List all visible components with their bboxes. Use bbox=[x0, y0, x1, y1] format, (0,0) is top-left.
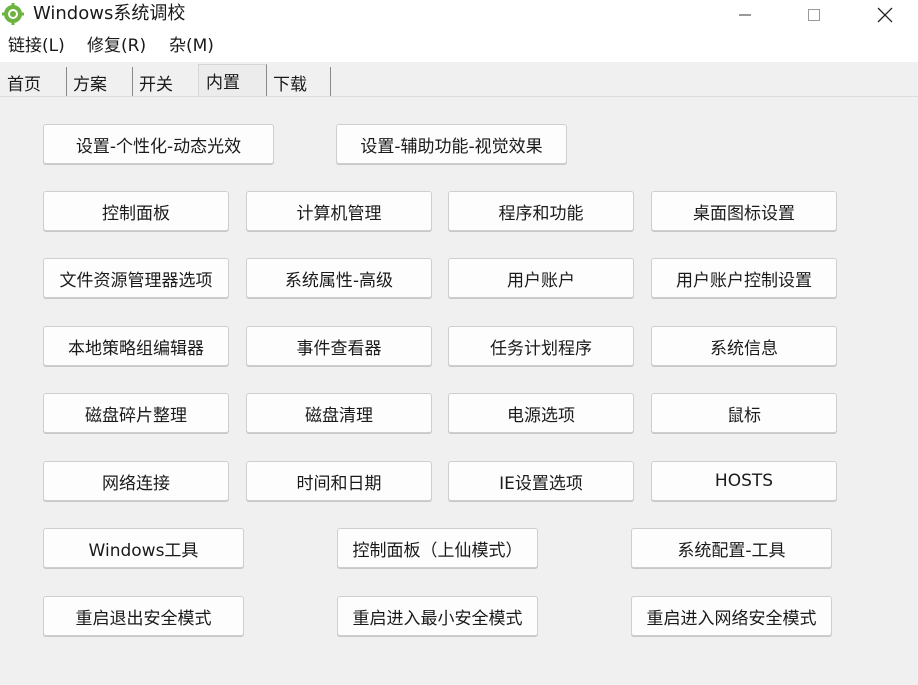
computer-management-button[interactable]: 计算机管理 bbox=[246, 191, 432, 231]
defrag-button[interactable]: 磁盘碎片整理 bbox=[43, 393, 229, 433]
exit-safe-mode-button[interactable]: 重启退出安全模式 bbox=[43, 596, 244, 636]
menu-bar: 链接(L) 修复(R) 杂(M) bbox=[0, 30, 918, 62]
system-info-button[interactable]: 系统信息 bbox=[651, 326, 837, 366]
user-accounts-button[interactable]: 用户账户 bbox=[448, 258, 634, 298]
close-button[interactable] bbox=[862, 0, 908, 30]
builtin-panel bbox=[0, 96, 918, 682]
gear-refresh-icon bbox=[2, 3, 24, 25]
date-time-button[interactable]: 时间和日期 bbox=[246, 461, 432, 501]
minimize-button[interactable] bbox=[722, 0, 768, 30]
control-panel-button[interactable]: 控制面板 bbox=[43, 191, 229, 231]
tab-switches[interactable]: 开关 bbox=[132, 67, 199, 97]
mouse-button[interactable]: 鼠标 bbox=[651, 393, 837, 433]
menu-links[interactable]: 链接(L) bbox=[8, 36, 65, 56]
maximize-button[interactable] bbox=[791, 0, 837, 30]
close-icon bbox=[877, 7, 893, 23]
task-scheduler-button[interactable]: 任务计划程序 bbox=[448, 326, 634, 366]
hosts-button[interactable]: HOSTS bbox=[651, 461, 837, 501]
disk-cleanup-button[interactable]: 磁盘清理 bbox=[246, 393, 432, 433]
personalize-light-button[interactable]: 设置-个性化-动态光效 bbox=[43, 124, 274, 164]
network-connections-button[interactable]: 网络连接 bbox=[43, 461, 229, 501]
tab-builtin[interactable]: 内置 bbox=[198, 64, 267, 97]
power-options-button[interactable]: 电源选项 bbox=[448, 393, 634, 433]
title-bar: Windows系统调校 bbox=[0, 0, 918, 30]
event-viewer-button[interactable]: 事件查看器 bbox=[246, 326, 432, 366]
god-mode-button[interactable]: 控制面板（上仙模式） bbox=[337, 528, 538, 568]
maximize-icon bbox=[808, 9, 820, 21]
window-title: Windows系统调校 bbox=[33, 3, 186, 24]
minimize-icon bbox=[739, 14, 751, 16]
menu-misc[interactable]: 杂(M) bbox=[169, 36, 214, 56]
minimal-safe-mode-button[interactable]: 重启进入最小安全模式 bbox=[337, 596, 538, 636]
tab-home[interactable]: 首页 bbox=[0, 67, 67, 97]
tab-strip: 首页 方案 开关 内置 下载 bbox=[0, 62, 918, 97]
network-safe-mode-button[interactable]: 重启进入网络安全模式 bbox=[631, 596, 832, 636]
msconfig-button[interactable]: 系统配置-工具 bbox=[631, 528, 832, 568]
uac-settings-button[interactable]: 用户账户控制设置 bbox=[651, 258, 837, 298]
programs-features-button[interactable]: 程序和功能 bbox=[448, 191, 634, 231]
windows-tools-button[interactable]: Windows工具 bbox=[43, 528, 244, 568]
accessibility-visual-button[interactable]: 设置-辅助功能-视觉效果 bbox=[336, 124, 567, 164]
tab-downloads[interactable]: 下载 bbox=[266, 67, 331, 97]
explorer-options-button[interactable]: 文件资源管理器选项 bbox=[43, 258, 229, 298]
menu-repair[interactable]: 修复(R) bbox=[87, 36, 146, 56]
tab-schemes[interactable]: 方案 bbox=[66, 67, 133, 97]
system-properties-button[interactable]: 系统属性-高级 bbox=[246, 258, 432, 298]
desktop-icons-button[interactable]: 桌面图标设置 bbox=[651, 191, 837, 231]
group-policy-button[interactable]: 本地策略组编辑器 bbox=[43, 326, 229, 366]
ie-options-button[interactable]: IE设置选项 bbox=[448, 461, 634, 501]
